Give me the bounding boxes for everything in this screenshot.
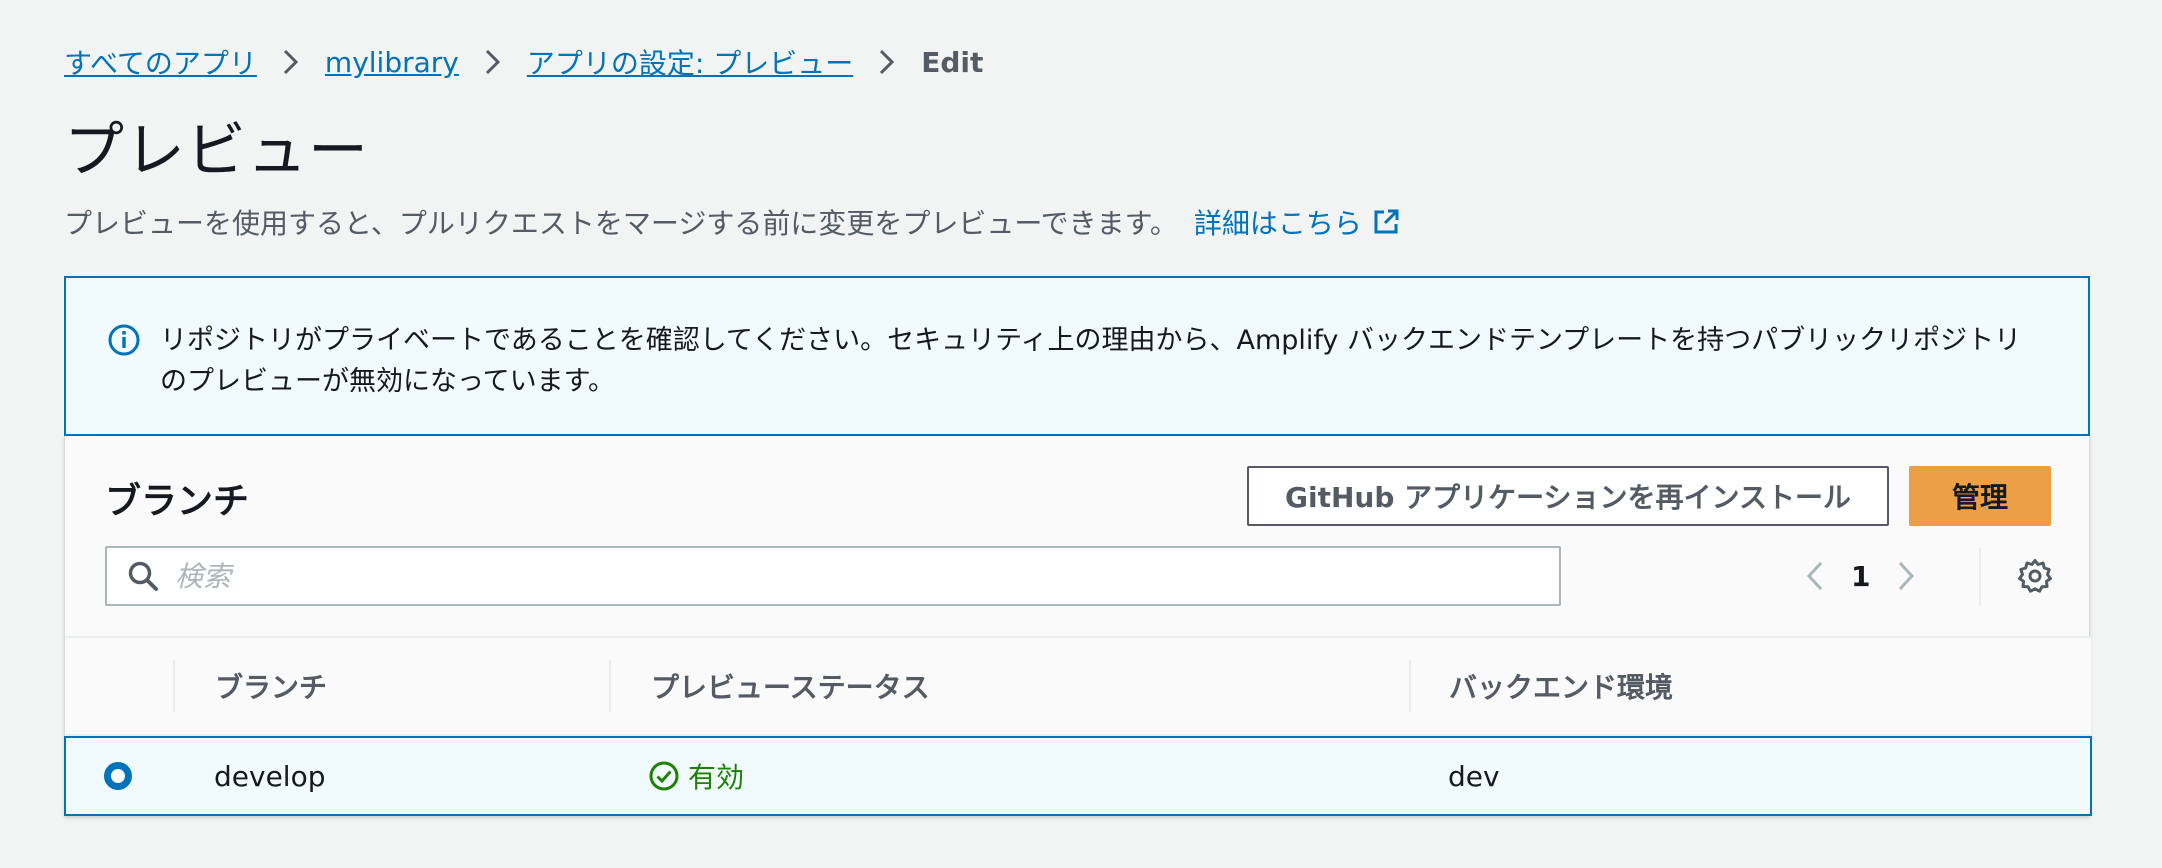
row-radio-selected[interactable] [104, 762, 132, 790]
search-box[interactable] [105, 546, 1561, 606]
cell-branch: develop [214, 759, 326, 793]
learn-more-label: 詳細はこちら [1193, 207, 1362, 240]
page-description: プレビューを使用すると、プルリクエストをマージする前に変更をプレビューできます。… [64, 202, 1400, 242]
breadcrumb-current: Edit [921, 45, 984, 79]
search-icon [128, 561, 158, 591]
status-success-icon [649, 761, 679, 791]
manage-button[interactable]: 管理 [1909, 466, 2051, 526]
learn-more-link[interactable]: 詳細はこちら [1194, 202, 1400, 242]
table-row[interactable]: develop 有効 dev [64, 736, 2092, 816]
branches-panel: ブランチ GitHub アプリケーションを再インストール 管理 1 ブランチ プ… [64, 436, 2092, 816]
cell-preview-status: 有効 [648, 738, 744, 814]
page-number[interactable]: 1 [1843, 560, 1878, 593]
settings-icon[interactable] [2011, 552, 2059, 600]
description-text: プレビューを使用すると、プルリクエストをマージする前に変更をプレビューできます。 [64, 207, 1178, 240]
column-divider [609, 660, 611, 712]
breadcrumb: すべてのアプリ mylibrary アプリの設定: プレビュー Edit [64, 40, 983, 84]
page-title: プレビュー [64, 116, 369, 186]
chevron-right-icon [257, 48, 325, 76]
column-header-backend-env[interactable]: バックエンド環境 [1449, 638, 1673, 734]
reinstall-github-app-button[interactable]: GitHub アプリケーションを再インストール [1247, 466, 1889, 526]
status-label: 有効 [688, 761, 745, 794]
column-divider [1409, 660, 1411, 712]
panel-title: ブランチ [105, 481, 250, 522]
cell-backend-env: dev [1448, 759, 1500, 793]
chevron-right-icon [459, 48, 527, 76]
search-input[interactable] [175, 559, 1555, 593]
column-header-branch[interactable]: ブランチ [215, 638, 327, 734]
chevron-right-icon [853, 48, 921, 76]
chevron-right-icon[interactable] [1878, 548, 1934, 604]
external-link-icon [1374, 209, 1399, 234]
chevron-left-icon[interactable] [1787, 548, 1843, 604]
info-alert: リポジトリがプライベートであることを確認してください。セキュリティ上の理由から、… [64, 276, 2090, 436]
pagination: 1 [1787, 548, 1934, 604]
column-header-preview-status[interactable]: プレビューステータス [651, 638, 930, 734]
column-divider [173, 660, 175, 712]
info-icon [108, 324, 140, 356]
toolbar-divider [1979, 548, 1981, 606]
table-header: ブランチ プレビューステータス バックエンド環境 [65, 636, 2091, 736]
breadcrumb-app[interactable]: mylibrary [325, 46, 459, 79]
breadcrumb-all-apps[interactable]: すべてのアプリ [64, 42, 257, 82]
alert-text: リポジトリがプライベートであることを確認してください。セキュリティ上の理由から、… [160, 325, 2022, 397]
breadcrumb-app-settings[interactable]: アプリの設定: プレビュー [527, 42, 853, 82]
